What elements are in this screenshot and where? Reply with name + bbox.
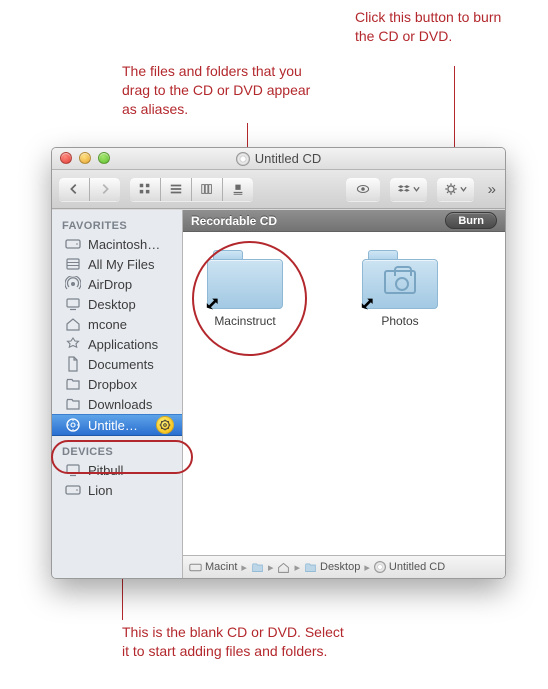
traffic-lights — [60, 152, 110, 164]
sidebar-item-dropbox[interactable]: Dropbox — [52, 374, 182, 394]
window-title-text: Untitled CD — [255, 151, 321, 166]
forward-button[interactable] — [90, 178, 120, 201]
quicklook-button[interactable] — [346, 178, 380, 201]
hdd-icon — [64, 482, 82, 498]
sidebar-item-label: Macintosh… — [88, 237, 160, 252]
nav-buttons — [59, 178, 120, 201]
sidebar-item-label: Dropbox — [88, 377, 137, 392]
dropbox-button[interactable] — [390, 178, 427, 201]
dropbox-button-group — [390, 178, 427, 201]
quicklook-button-group — [346, 178, 380, 201]
sidebar-item-label: Downloads — [88, 397, 152, 412]
view-buttons — [130, 178, 253, 201]
burn-badge-icon[interactable] — [156, 416, 174, 434]
finder-window: Untitled CD — [51, 147, 506, 579]
sidebar-item-untitled-cd[interactable]: Untitle… — [52, 414, 182, 436]
all-files-icon — [64, 256, 82, 272]
annotation-burn-button: Click this button to burn the CD or DVD. — [355, 8, 505, 46]
content-header-label: Recordable CD — [191, 214, 277, 228]
action-button-group — [437, 178, 474, 201]
sidebar-item-label: mcone — [88, 317, 127, 332]
downloads-icon — [64, 396, 82, 412]
window-title: Untitled CD — [236, 151, 321, 166]
sidebar: FAVORITES Macintosh… All My Files AirDro… — [52, 210, 183, 578]
applications-icon — [64, 336, 82, 352]
path-segment[interactable]: Desktop — [304, 561, 360, 574]
sidebar-item-label: Documents — [88, 357, 154, 372]
hdd-icon — [64, 236, 82, 252]
path-segment[interactable]: Untitled CD — [374, 561, 445, 573]
alias-arrow-icon — [360, 295, 377, 312]
path-segment[interactable]: Macint — [189, 561, 237, 574]
folder-photos[interactable]: Photos — [350, 250, 450, 328]
folder-icon — [251, 561, 264, 574]
sidebar-item-applications[interactable]: Applications — [52, 334, 182, 354]
annotation-circle — [192, 241, 307, 356]
airdrop-icon — [64, 276, 82, 292]
path-segment[interactable] — [277, 561, 290, 574]
close-button[interactable] — [60, 152, 72, 164]
column-view-button[interactable] — [192, 178, 223, 201]
list-view-button[interactable] — [161, 178, 192, 201]
folder-label: Photos — [381, 314, 418, 328]
sidebar-favorites-header: FAVORITES — [52, 216, 182, 234]
chevron-right-icon: ▸ — [363, 561, 371, 574]
maximize-button[interactable] — [98, 152, 110, 164]
pathbar[interactable]: Macint ▸ ▸ ▸ Desktop ▸ Untitled — [183, 555, 505, 578]
hdd-icon — [189, 561, 202, 574]
burn-button[interactable]: Burn — [445, 212, 497, 229]
documents-icon — [64, 356, 82, 372]
sidebar-item-home[interactable]: mcone — [52, 314, 182, 334]
annotation-blank-disc: This is the blank CD or DVD. Select it t… — [122, 623, 352, 661]
sidebar-item-lion[interactable]: Lion — [52, 480, 182, 500]
disc-icon — [374, 561, 386, 573]
path-segment[interactable] — [251, 561, 264, 574]
chevron-right-icon: ▸ — [267, 561, 275, 574]
dropbox-folder-icon — [64, 376, 82, 392]
sidebar-item-documents[interactable]: Documents — [52, 354, 182, 374]
sidebar-item-label: AirDrop — [88, 277, 132, 292]
toolbar: » — [52, 170, 505, 209]
chevron-right-icon: ▸ — [240, 561, 248, 574]
sidebar-item-label: Untitle… — [88, 418, 138, 433]
desktop-icon — [64, 296, 82, 312]
action-button[interactable] — [437, 178, 474, 201]
folder-icon — [362, 250, 438, 310]
sidebar-item-airdrop[interactable]: AirDrop — [52, 274, 182, 294]
home-icon — [277, 561, 290, 574]
sidebar-item-label: Desktop — [88, 297, 136, 312]
folder-icon — [304, 561, 317, 574]
icon-view-button[interactable] — [130, 178, 161, 201]
sidebar-item-label: Applications — [88, 337, 158, 352]
coverflow-view-button[interactable] — [223, 178, 253, 201]
annotation-circle — [51, 440, 193, 474]
sidebar-item-label: All My Files — [88, 257, 154, 272]
sidebar-item-all-my-files[interactable]: All My Files — [52, 254, 182, 274]
back-button[interactable] — [59, 178, 90, 201]
titlebar: Untitled CD — [52, 148, 505, 170]
sidebar-item-label: Lion — [88, 483, 113, 498]
sidebar-item-desktop[interactable]: Desktop — [52, 294, 182, 314]
toolbar-overflow-icon[interactable]: » — [484, 181, 498, 198]
home-icon — [64, 316, 82, 332]
camera-icon — [384, 270, 416, 294]
chevron-right-icon: ▸ — [293, 561, 301, 574]
disc-icon — [236, 152, 250, 166]
burn-disc-icon — [64, 417, 82, 433]
sidebar-item-macintosh-hd[interactable]: Macintosh… — [52, 234, 182, 254]
sidebar-item-downloads[interactable]: Downloads — [52, 394, 182, 414]
content-header: Recordable CD Burn — [183, 210, 505, 232]
annotation-aliases: The files and folders that you drag to t… — [122, 62, 322, 119]
minimize-button[interactable] — [79, 152, 91, 164]
